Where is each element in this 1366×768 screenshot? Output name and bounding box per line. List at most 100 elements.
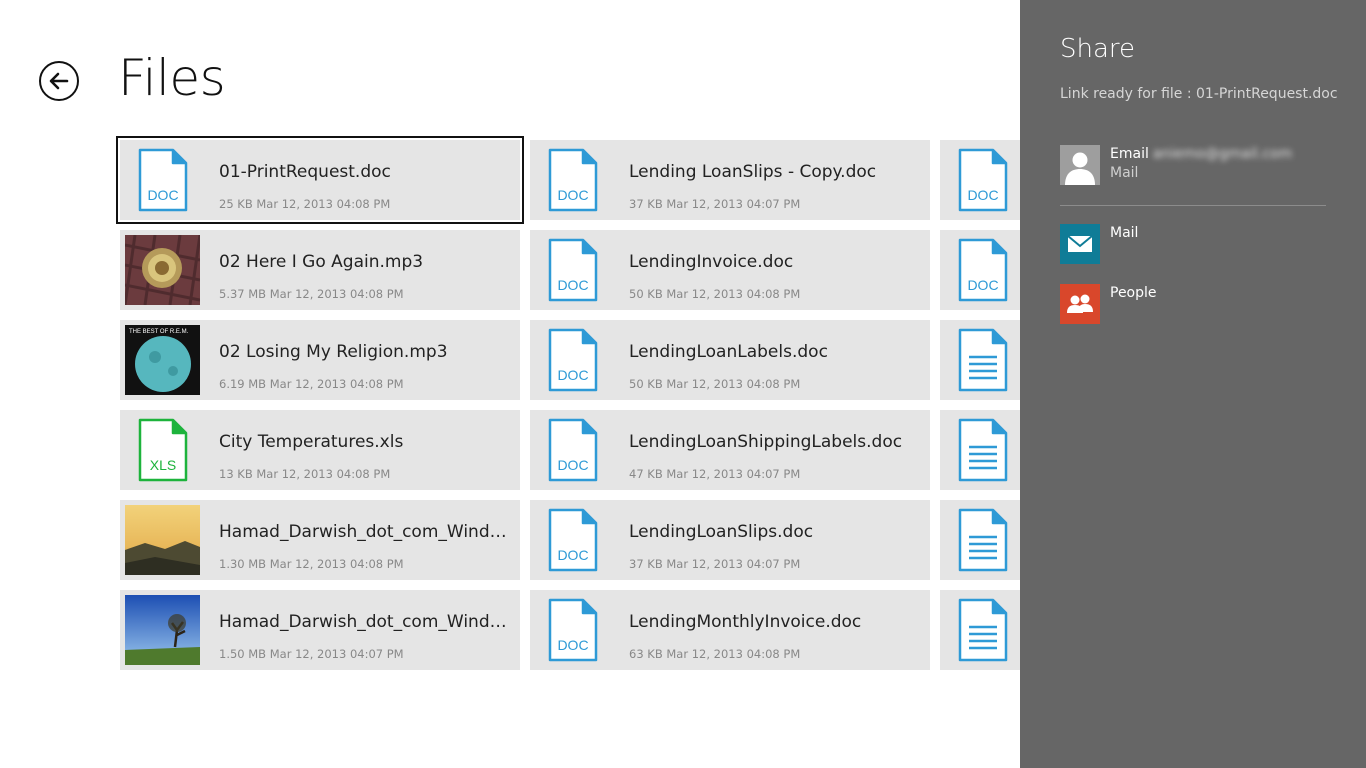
svg-text:DOC: DOC [557, 187, 588, 203]
back-arrow-icon [49, 72, 69, 90]
file-name: LendingLoanShippingLabels.doc [629, 432, 903, 452]
share-target-mail[interactable]: Mail [1060, 224, 1330, 264]
album-art-icon [125, 235, 200, 305]
contact-address: aniemo@gmail.com [1152, 146, 1293, 162]
svg-text:DOC: DOC [967, 187, 998, 203]
svg-text:DOC: DOC [557, 457, 588, 473]
file-tile[interactable]: DOC 01-PrintRequest.doc 25 KB Mar 12, 2013… [116, 136, 524, 224]
files-view: Files DOC 01-PrintRequest.doc 25 KB Mar 12… [0, 0, 1020, 768]
file-meta: 13 KB Mar 12, 2013 04:08 PM [219, 467, 391, 481]
file-name: City Temperatures.xls [219, 432, 404, 452]
text-document-icon [958, 598, 1007, 662]
file-tile[interactable]: DOC [940, 230, 1020, 310]
file-thumbnail: DOC [945, 235, 1020, 305]
page-title: Files [118, 49, 226, 107]
share-divider [1060, 205, 1326, 206]
file-thumbnail [125, 595, 200, 665]
share-target-label: Mail [1110, 225, 1139, 241]
file-thumbnail [945, 505, 1020, 575]
file-name: Lending LoanSlips - Copy.doc [629, 162, 877, 182]
file-thumbnail: DOC [535, 505, 610, 575]
file-tile[interactable]: DOC [940, 140, 1020, 220]
file-meta: 37 KB Mar 12, 2013 04:07 PM [629, 197, 801, 211]
file-name: 02 Losing My Religion.mp3 [219, 342, 448, 362]
file-thumbnail: XLS [125, 415, 200, 485]
file-tile[interactable]: Hamad_Darwish_dot_com_Windows… 1.50 MB Ma… [120, 590, 520, 670]
file-tile[interactable]: THE BEST OF R.E.M. 02 Losing My Religion.… [120, 320, 520, 400]
file-meta: 37 KB Mar 12, 2013 04:07 PM [629, 557, 801, 571]
file-thumbnail [945, 325, 1020, 395]
file-meta: 50 KB Mar 12, 2013 04:08 PM [629, 287, 801, 301]
file-thumbnail: DOC [535, 595, 610, 665]
file-meta: 50 KB Mar 12, 2013 04:08 PM [629, 377, 801, 391]
file-name: 01-PrintRequest.doc [219, 162, 391, 182]
file-tile[interactable] [940, 410, 1020, 490]
file-meta: 47 KB Mar 12, 2013 04:07 PM [629, 467, 801, 481]
file-meta: 6.19 MB Mar 12, 2013 04:08 PM [219, 377, 404, 391]
file-meta: 5.37 MB Mar 12, 2013 04:08 PM [219, 287, 404, 301]
file-tile[interactable]: Hamad_Darwish_dot_com_Windows… 1.30 MB Ma… [120, 500, 520, 580]
file-tile[interactable] [940, 500, 1020, 580]
user-avatar-icon [1060, 145, 1100, 185]
file-name: Hamad_Darwish_dot_com_Windows… [219, 612, 509, 632]
xls-file-icon: XLS [138, 418, 187, 482]
back-button[interactable] [39, 61, 79, 101]
file-name: LendingLoanSlips.doc [629, 522, 814, 542]
share-status: Link ready for file : 01-PrintRequest.do… [1060, 86, 1338, 102]
share-pane: Share Link ready for file : 01-PrintRequ… [1020, 0, 1366, 768]
doc-file-icon: DOC [138, 148, 187, 212]
file-tile[interactable]: DOC LendingLoanLabels.doc 50 KB Mar 12, 20… [530, 320, 930, 400]
file-tile[interactable]: 02 Here I Go Again.mp3 5.37 MB Mar 12, 20… [120, 230, 520, 310]
file-tile[interactable] [940, 320, 1020, 400]
file-meta: 63 KB Mar 12, 2013 04:08 PM [629, 647, 801, 661]
doc-file-icon: DOC [548, 508, 597, 572]
doc-file-icon: DOC [958, 238, 1007, 302]
svg-text:DOC: DOC [557, 367, 588, 383]
file-name: LendingInvoice.doc [629, 252, 794, 272]
doc-file-icon: DOC [548, 598, 597, 662]
share-contact-email[interactable]: Email aniemo@gmail.com Mail [1060, 145, 1330, 185]
landscape-photo-icon [125, 595, 200, 665]
text-document-icon [958, 508, 1007, 572]
file-meta: 25 KB Mar 12, 2013 04:08 PM [219, 197, 391, 211]
file-thumbnail [125, 235, 200, 305]
file-meta: 1.30 MB Mar 12, 2013 04:08 PM [219, 557, 404, 571]
album-art-icon: THE BEST OF R.E.M. [125, 325, 200, 395]
file-tile[interactable]: DOC LendingMonthlyInvoice.doc 63 KB Mar 12… [530, 590, 930, 670]
contact-label: Email [1110, 146, 1149, 162]
landscape-photo-icon [125, 505, 200, 575]
doc-file-icon: DOC [548, 148, 597, 212]
file-thumbnail [125, 505, 200, 575]
mail-icon [1060, 224, 1100, 264]
doc-file-icon: DOC [958, 148, 1007, 212]
svg-text:DOC: DOC [147, 187, 178, 203]
file-name: LendingLoanLabels.doc [629, 342, 828, 362]
share-target-label: People [1110, 285, 1157, 301]
file-thumbnail [945, 595, 1020, 665]
file-tile[interactable]: DOC LendingInvoice.doc 50 KB Mar 12, 2013 … [530, 230, 930, 310]
svg-text:DOC: DOC [557, 547, 588, 563]
file-meta: 1.50 MB Mar 12, 2013 04:07 PM [219, 647, 404, 661]
doc-file-icon: DOC [548, 328, 597, 392]
file-tile[interactable]: DOC LendingLoanShippingLabels.doc 47 KB Ma… [530, 410, 930, 490]
file-tile[interactable] [940, 590, 1020, 670]
svg-text:DOC: DOC [557, 277, 588, 293]
file-thumbnail: DOC [535, 145, 610, 215]
file-thumbnail: DOC [535, 415, 610, 485]
file-thumbnail: DOC [535, 235, 610, 305]
doc-file-icon: DOC [548, 418, 597, 482]
file-tile[interactable]: DOC Lending LoanSlips - Copy.doc 37 KB Mar… [530, 140, 930, 220]
share-title: Share [1060, 34, 1136, 64]
file-name: LendingMonthlyInvoice.doc [629, 612, 862, 632]
file-tile[interactable]: DOC LendingLoanSlips.doc 37 KB Mar 12, 201… [530, 500, 930, 580]
doc-file-icon: DOC [548, 238, 597, 302]
file-name: Hamad_Darwish_dot_com_Windows… [219, 522, 509, 542]
file-thumbnail: DOC [945, 145, 1020, 215]
file-thumbnail: DOC [535, 325, 610, 395]
svg-text:DOC: DOC [967, 277, 998, 293]
share-target-people[interactable]: People [1060, 284, 1330, 324]
svg-text:DOC: DOC [557, 637, 588, 653]
text-document-icon [958, 328, 1007, 392]
file-thumbnail [945, 415, 1020, 485]
file-tile[interactable]: XLS City Temperatures.xls 13 KB Mar 12, 20… [120, 410, 520, 490]
